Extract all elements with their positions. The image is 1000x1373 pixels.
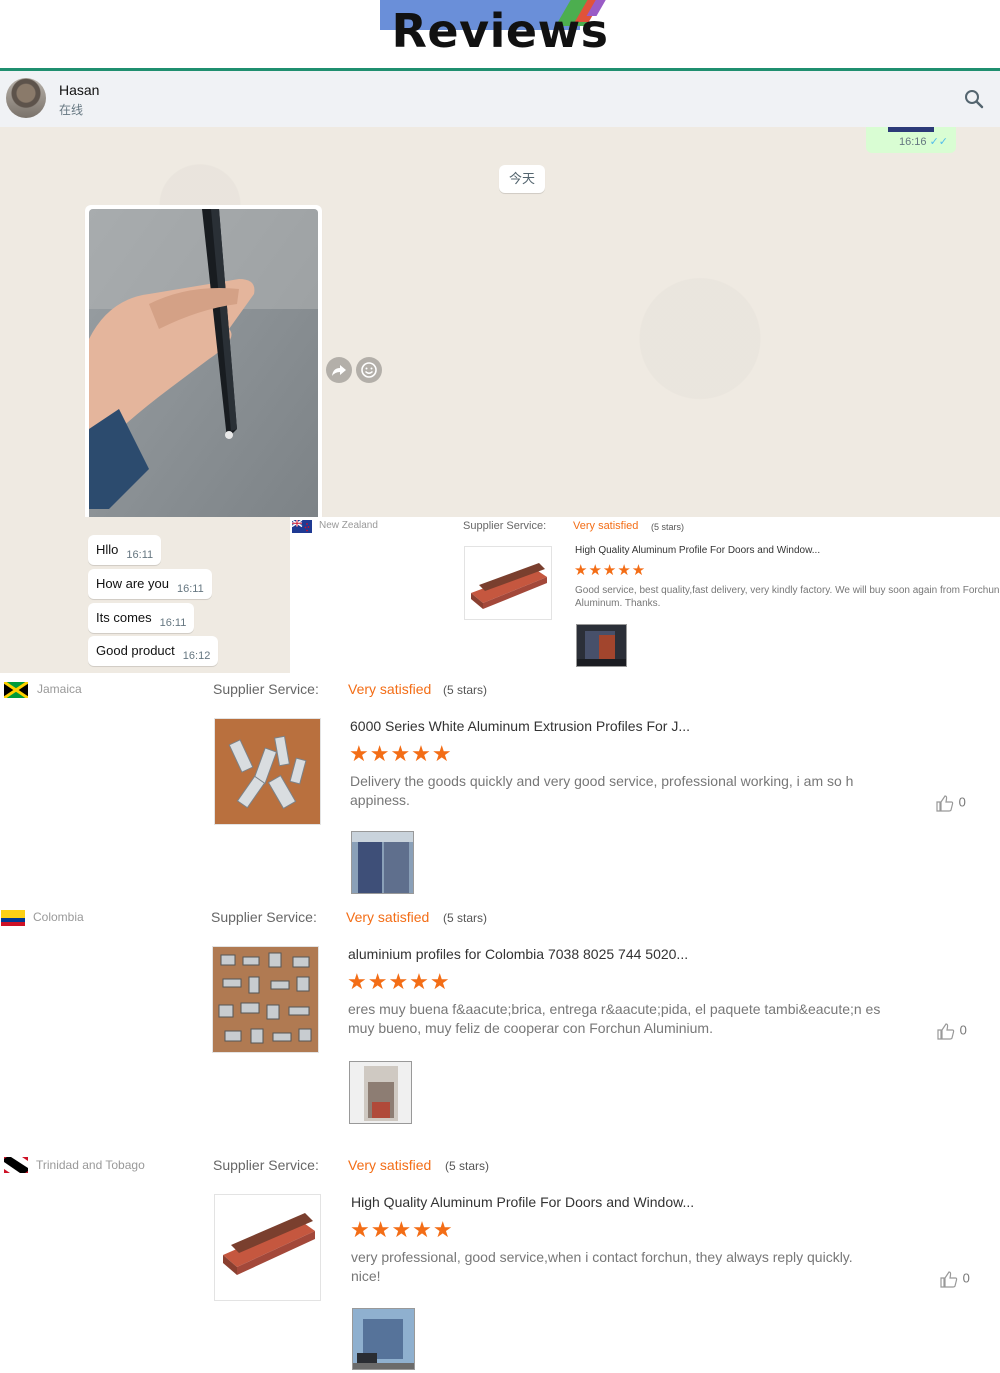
- like-button[interactable]: 0: [935, 793, 966, 813]
- chat-bubbles: Hllo 16:11 How are you 16:11 Its comes 16:1…: [0, 517, 290, 673]
- read-ticks-icon: ✓✓: [929, 136, 948, 148]
- outgoing-message[interactable]: 16:16 ✓✓: [866, 127, 956, 153]
- rating-stars: ★★★★★: [349, 741, 453, 766]
- service-stars: (5 stars): [443, 911, 488, 925]
- forward-icon[interactable]: [326, 357, 352, 383]
- product-thumbnail[interactable]: [464, 546, 552, 620]
- service-label: Supplier Service:: [463, 520, 547, 532]
- chat-header: Hasan 在线: [0, 71, 1000, 127]
- reviews-banner: Reviews: [0, 0, 1000, 72]
- like-button[interactable]: 0: [939, 1269, 970, 1289]
- review-attachment-image[interactable]: [349, 1061, 412, 1124]
- page-title: Reviews: [391, 4, 609, 58]
- service-stars: (5 stars): [443, 683, 488, 697]
- service-label: Supplier Service:: [213, 681, 319, 697]
- day-label: 今天: [499, 165, 545, 193]
- like-count: 0: [959, 1022, 967, 1038]
- service-rating: Very satisfied: [348, 1157, 432, 1173]
- flag-jamaica-icon: [4, 682, 28, 698]
- like-button[interactable]: 0: [936, 1021, 967, 1041]
- review-item: Trinidad and Tobago Supplier Service: Ve…: [0, 1149, 1000, 1373]
- product-thumbnail[interactable]: [212, 946, 319, 1053]
- reviewer-country: Trinidad and Tobago: [36, 1158, 145, 1172]
- avatar[interactable]: [6, 78, 46, 118]
- product-title[interactable]: aluminium profiles for Colombia 7038 802…: [348, 946, 688, 962]
- message-time: 16:16: [898, 136, 927, 148]
- thumbs-up-icon: [936, 795, 954, 812]
- chat-screenshot: Hasan 在线 16:16 ✓✓ 今天: [0, 71, 1000, 517]
- chat-bubble[interactable]: Its comes 16:11: [88, 603, 195, 633]
- product-photo: [89, 209, 318, 517]
- service-label: Supplier Service:: [213, 1157, 319, 1173]
- product-thumbnail[interactable]: [214, 1194, 321, 1301]
- like-count: 0: [962, 1270, 970, 1286]
- review-comment: very professional, good service,when i c…: [351, 1249, 853, 1284]
- service-rating: Very satisfied: [573, 520, 639, 532]
- review-item: New Zealand Supplier Service: Very satis…: [290, 517, 1000, 673]
- review-comment: Good service, best quality,fast delivery…: [575, 585, 1000, 609]
- product-thumbnail[interactable]: [214, 718, 321, 825]
- like-count: 0: [958, 794, 966, 810]
- service-stars: (5 stars): [651, 522, 685, 532]
- service-rating: Very satisfied: [346, 909, 430, 925]
- chat-bubble[interactable]: Hllo 16:11: [88, 535, 162, 565]
- service-label: Supplier Service:: [211, 909, 317, 925]
- service-stars: (5 stars): [445, 1159, 490, 1173]
- chat-bubble[interactable]: Good product 16:12: [88, 636, 219, 666]
- flag-colombia-icon: [1, 910, 25, 926]
- chat-bubble[interactable]: How are you 16:11: [88, 569, 212, 599]
- review-comment: eres muy buena f&aacute;brica, entrega r…: [348, 1001, 881, 1036]
- product-title[interactable]: 6000 Series White Aluminum Extrusion Pro…: [350, 718, 690, 734]
- photo-message[interactable]: [85, 205, 322, 517]
- product-title[interactable]: High Quality Aluminum Profile For Doors …: [575, 545, 820, 556]
- reviewer-country: Colombia: [33, 910, 84, 924]
- service-rating: Very satisfied: [348, 681, 432, 697]
- review-attachment-image[interactable]: [352, 1308, 415, 1370]
- review-attachment-image[interactable]: [351, 831, 414, 894]
- emoji-icon[interactable]: [356, 357, 382, 383]
- contact-name: Hasan: [59, 82, 100, 98]
- rating-stars: ★★★★★: [350, 1217, 454, 1242]
- reviewer-country: New Zealand: [319, 520, 378, 531]
- flag-trinidad-and-tobago-icon: [4, 1157, 28, 1173]
- rating-stars: ★★★★★: [574, 562, 647, 579]
- search-icon[interactable]: [964, 89, 984, 109]
- review-attachment-image[interactable]: [576, 624, 627, 667]
- contact-status: 在线: [59, 103, 84, 117]
- thumbs-up-icon: [937, 1023, 955, 1040]
- reviewer-country: Jamaica: [37, 682, 82, 696]
- product-title[interactable]: High Quality Aluminum Profile For Doors …: [351, 1194, 694, 1210]
- review-comment: Delivery the goods quickly and very good…: [350, 773, 854, 808]
- thumbs-up-icon: [940, 1271, 958, 1288]
- flag-new-zealand-icon: [292, 520, 312, 533]
- review-item: Jamaica Supplier Service: Very satisfied…: [0, 673, 1000, 901]
- rating-stars: ★★★★★: [347, 969, 451, 994]
- review-item: Colombia Supplier Service: Very satisfie…: [0, 901, 1000, 1149]
